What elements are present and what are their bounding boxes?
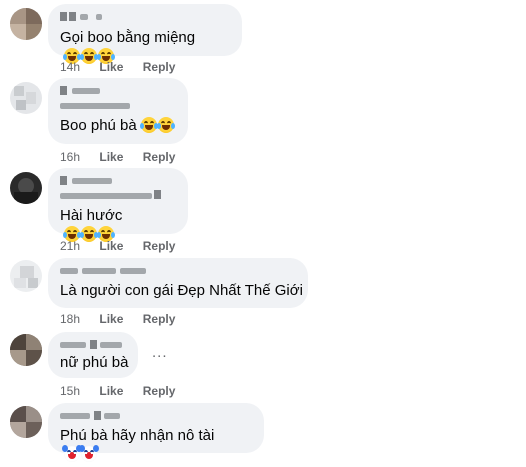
timestamp[interactable]: 16h [60, 150, 80, 164]
avatar[interactable] [10, 260, 42, 292]
comment-bubble: Hài hước [48, 168, 188, 242]
blurred-author-name-line-2 [60, 100, 176, 112]
blurred-author-name[interactable] [60, 410, 252, 423]
like-button[interactable]: Like [99, 312, 123, 326]
avatar[interactable] [10, 172, 42, 204]
like-button[interactable]: Like [99, 150, 123, 164]
more-options-button[interactable]: ... [152, 344, 168, 361]
comment-text: Là người con gái Đẹp Nhất Thế Giới [60, 282, 303, 299]
reply-button[interactable]: Reply [143, 60, 176, 74]
clown-face-icon [62, 445, 82, 462]
avatar[interactable] [10, 334, 42, 366]
avatar[interactable] [10, 406, 42, 438]
blurred-author-name[interactable] [60, 11, 230, 24]
comment-actions: 16h Like Reply [60, 150, 191, 164]
comment-bubble: Phú bà hãy nhận nô tài [48, 403, 264, 462]
comment-text: Gọi boo bằng miệng [60, 29, 196, 46]
like-button[interactable]: Like [99, 384, 123, 398]
emoji-group [139, 117, 175, 138]
timestamp[interactable]: 15h [60, 384, 80, 398]
comment-text: Hài hước [60, 207, 123, 224]
timestamp[interactable]: 21h [60, 239, 80, 253]
reply-button[interactable]: Reply [143, 239, 176, 253]
blurred-author-name[interactable] [60, 85, 176, 98]
reply-button[interactable]: Reply [143, 150, 176, 164]
comment-actions: 15h Like Reply [60, 384, 191, 398]
comment-actions: 14h Like Reply [60, 60, 191, 74]
blurred-author-name[interactable] [60, 265, 296, 278]
comment-bubble: Gọi boo bằng miệng [48, 4, 242, 64]
comment-actions: 21h Like Reply [60, 239, 191, 253]
blurred-author-name[interactable] [60, 339, 126, 352]
comment-text: Boo phú bà [60, 117, 137, 134]
like-button[interactable]: Like [99, 239, 123, 253]
avatar[interactable] [10, 82, 42, 114]
like-button[interactable]: Like [99, 60, 123, 74]
comment-actions: 18h Like Reply [60, 312, 191, 326]
clown-face-icon [79, 445, 99, 462]
avatar[interactable] [10, 8, 42, 40]
comment-text: Phú bà hãy nhận nô tài [60, 427, 215, 444]
timestamp[interactable]: 18h [60, 312, 80, 326]
timestamp[interactable]: 14h [60, 60, 80, 74]
reply-button[interactable]: Reply [143, 384, 176, 398]
blurred-author-name[interactable] [60, 175, 176, 188]
laughing-crying-face-icon [156, 117, 175, 133]
comment-text: nữ phú bà [60, 354, 129, 371]
blurred-author-name-line-2 [60, 190, 176, 202]
comment-bubble: Là người con gái Đẹp Nhất Thế Giới [48, 258, 308, 308]
comment-bubble: Boo phú bà [48, 78, 188, 144]
laughing-crying-face-icon [139, 117, 158, 133]
comment-bubble: nữ phú bà [48, 332, 138, 378]
reply-button[interactable]: Reply [143, 312, 176, 326]
